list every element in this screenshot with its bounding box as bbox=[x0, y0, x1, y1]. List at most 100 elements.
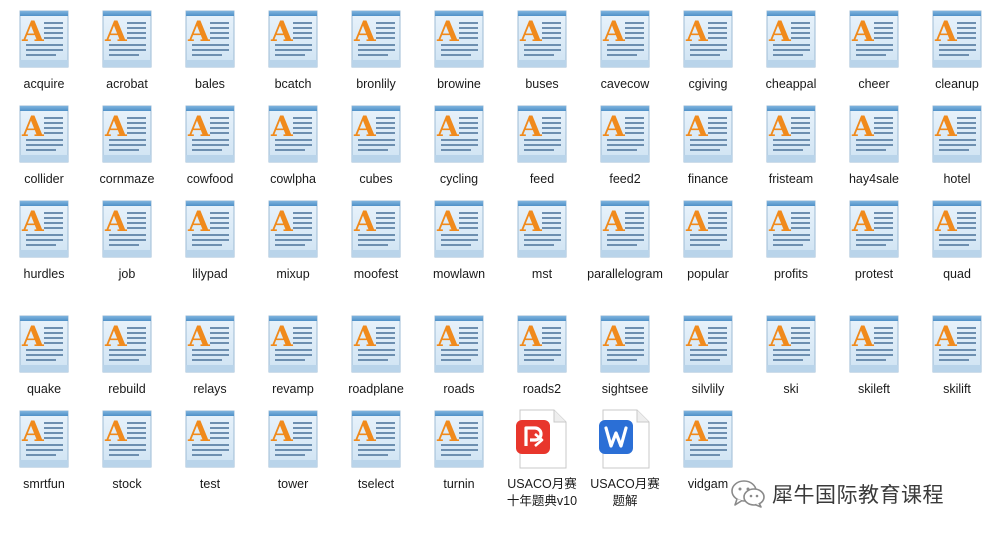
svg-text:A: A bbox=[851, 15, 875, 48]
file-item[interactable]: A skilift bbox=[917, 313, 996, 398]
file-item[interactable]: A revamp bbox=[253, 313, 333, 398]
svg-text:A: A bbox=[270, 110, 294, 143]
file-item[interactable]: USACO月赛题解 bbox=[585, 408, 665, 510]
svg-text:A: A bbox=[270, 15, 294, 48]
file-item[interactable]: A acrobat bbox=[87, 8, 167, 93]
svg-text:A: A bbox=[519, 15, 543, 48]
file-grid: A acquire A acrobat A bales A bcatch A b… bbox=[4, 8, 996, 536]
svg-text:A: A bbox=[187, 15, 211, 48]
svg-text:A: A bbox=[104, 320, 128, 353]
file-item[interactable]: A feed2 bbox=[585, 103, 665, 188]
text-file-icon: A bbox=[514, 8, 570, 70]
file-label: hurdles bbox=[23, 267, 65, 281]
file-item[interactable]: A feed bbox=[502, 103, 582, 188]
file-item[interactable]: A cheappal bbox=[751, 8, 831, 93]
word-document-icon bbox=[597, 408, 653, 470]
file-item[interactable]: A cornmaze bbox=[87, 103, 167, 188]
file-item[interactable]: A roads bbox=[419, 313, 499, 398]
file-item[interactable]: USACO月赛十年题典v10 bbox=[502, 408, 582, 510]
file-label: acrobat bbox=[106, 77, 148, 91]
file-item[interactable]: A cheer bbox=[834, 8, 914, 93]
file-label: cheappal bbox=[765, 77, 817, 91]
file-item[interactable]: A cubes bbox=[336, 103, 416, 188]
file-item[interactable]: A mowlawn bbox=[419, 198, 499, 283]
file-item[interactable]: A quake bbox=[4, 313, 84, 398]
svg-text:A: A bbox=[21, 110, 45, 143]
file-item[interactable]: A cowfood bbox=[170, 103, 250, 188]
file-item[interactable]: A tselect bbox=[336, 408, 416, 493]
file-item[interactable]: A job bbox=[87, 198, 167, 283]
svg-text:A: A bbox=[436, 415, 460, 448]
text-file-icon: A bbox=[16, 198, 72, 260]
file-item[interactable]: A turnin bbox=[419, 408, 499, 493]
file-item[interactable]: A finance bbox=[668, 103, 748, 188]
file-item[interactable]: A bcatch bbox=[253, 8, 333, 93]
svg-text:A: A bbox=[768, 110, 792, 143]
text-file-icon: A bbox=[99, 198, 155, 260]
svg-text:A: A bbox=[270, 205, 294, 238]
wechat-icon bbox=[731, 480, 765, 508]
file-item[interactable]: A cowlpha bbox=[253, 103, 333, 188]
file-item[interactable]: A popular bbox=[668, 198, 748, 283]
file-item[interactable]: A bales bbox=[170, 8, 250, 93]
file-item[interactable]: A cgiving bbox=[668, 8, 748, 93]
file-item[interactable]: A tower bbox=[253, 408, 333, 493]
file-label: cavecow bbox=[600, 77, 650, 91]
text-file-icon: A bbox=[680, 313, 736, 375]
file-item[interactable]: A parallelogram bbox=[585, 198, 665, 283]
file-item[interactable]: A roads2 bbox=[502, 313, 582, 398]
file-item[interactable]: A roadplane bbox=[336, 313, 416, 398]
file-item[interactable]: A mst bbox=[502, 198, 582, 283]
text-file-icon: A bbox=[431, 408, 487, 470]
file-label: smrtfun bbox=[23, 477, 65, 491]
svg-text:A: A bbox=[104, 205, 128, 238]
file-item[interactable]: A silvlily bbox=[668, 313, 748, 398]
file-item[interactable]: A smrtfun bbox=[4, 408, 84, 493]
text-file-icon: A bbox=[597, 103, 653, 165]
file-item[interactable]: A test bbox=[170, 408, 250, 493]
file-label: protest bbox=[854, 267, 894, 281]
text-file-icon: A bbox=[846, 313, 902, 375]
file-item[interactable]: A mixup bbox=[253, 198, 333, 283]
file-item[interactable]: A skileft bbox=[834, 313, 914, 398]
text-file-icon: A bbox=[16, 103, 72, 165]
file-item[interactable]: A hurdles bbox=[4, 198, 84, 283]
svg-text:A: A bbox=[353, 320, 377, 353]
file-item[interactable]: A cleanup bbox=[917, 8, 996, 93]
file-item[interactable]: A cavecow bbox=[585, 8, 665, 93]
file-item[interactable]: A protest bbox=[834, 198, 914, 283]
file-item[interactable]: A lilypad bbox=[170, 198, 250, 283]
file-item[interactable]: A fristeam bbox=[751, 103, 831, 188]
file-label: ski bbox=[783, 382, 799, 396]
text-file-icon: A bbox=[99, 103, 155, 165]
text-file-icon: A bbox=[680, 103, 736, 165]
file-item[interactable]: A bronlily bbox=[336, 8, 416, 93]
file-item[interactable]: A profits bbox=[751, 198, 831, 283]
file-label: moofest bbox=[353, 267, 399, 281]
text-file-icon: A bbox=[265, 8, 321, 70]
file-item[interactable]: A hotel bbox=[917, 103, 996, 188]
file-item[interactable]: A cycling bbox=[419, 103, 499, 188]
file-item[interactable]: A sightsee bbox=[585, 313, 665, 398]
text-file-icon: A bbox=[846, 8, 902, 70]
file-item[interactable]: A collider bbox=[4, 103, 84, 188]
file-item[interactable]: A moofest bbox=[336, 198, 416, 283]
file-item[interactable]: A hay4sale bbox=[834, 103, 914, 188]
file-label: job bbox=[118, 267, 136, 281]
text-file-icon: A bbox=[182, 408, 238, 470]
file-item[interactable]: A acquire bbox=[4, 8, 84, 93]
file-item[interactable]: A ski bbox=[751, 313, 831, 398]
text-file-icon: A bbox=[597, 198, 653, 260]
file-label: tower bbox=[277, 477, 309, 491]
file-item[interactable]: A stock bbox=[87, 408, 167, 493]
svg-text:A: A bbox=[187, 320, 211, 353]
file-label: cgiving bbox=[688, 77, 728, 91]
file-item[interactable]: A rebuild bbox=[87, 313, 167, 398]
file-item[interactable]: A quad bbox=[917, 198, 996, 283]
svg-text:A: A bbox=[436, 320, 460, 353]
svg-text:A: A bbox=[934, 320, 958, 353]
file-item[interactable]: A buses bbox=[502, 8, 582, 93]
file-item[interactable]: A browine bbox=[419, 8, 499, 93]
svg-text:A: A bbox=[519, 320, 543, 353]
file-item[interactable]: A relays bbox=[170, 313, 250, 398]
